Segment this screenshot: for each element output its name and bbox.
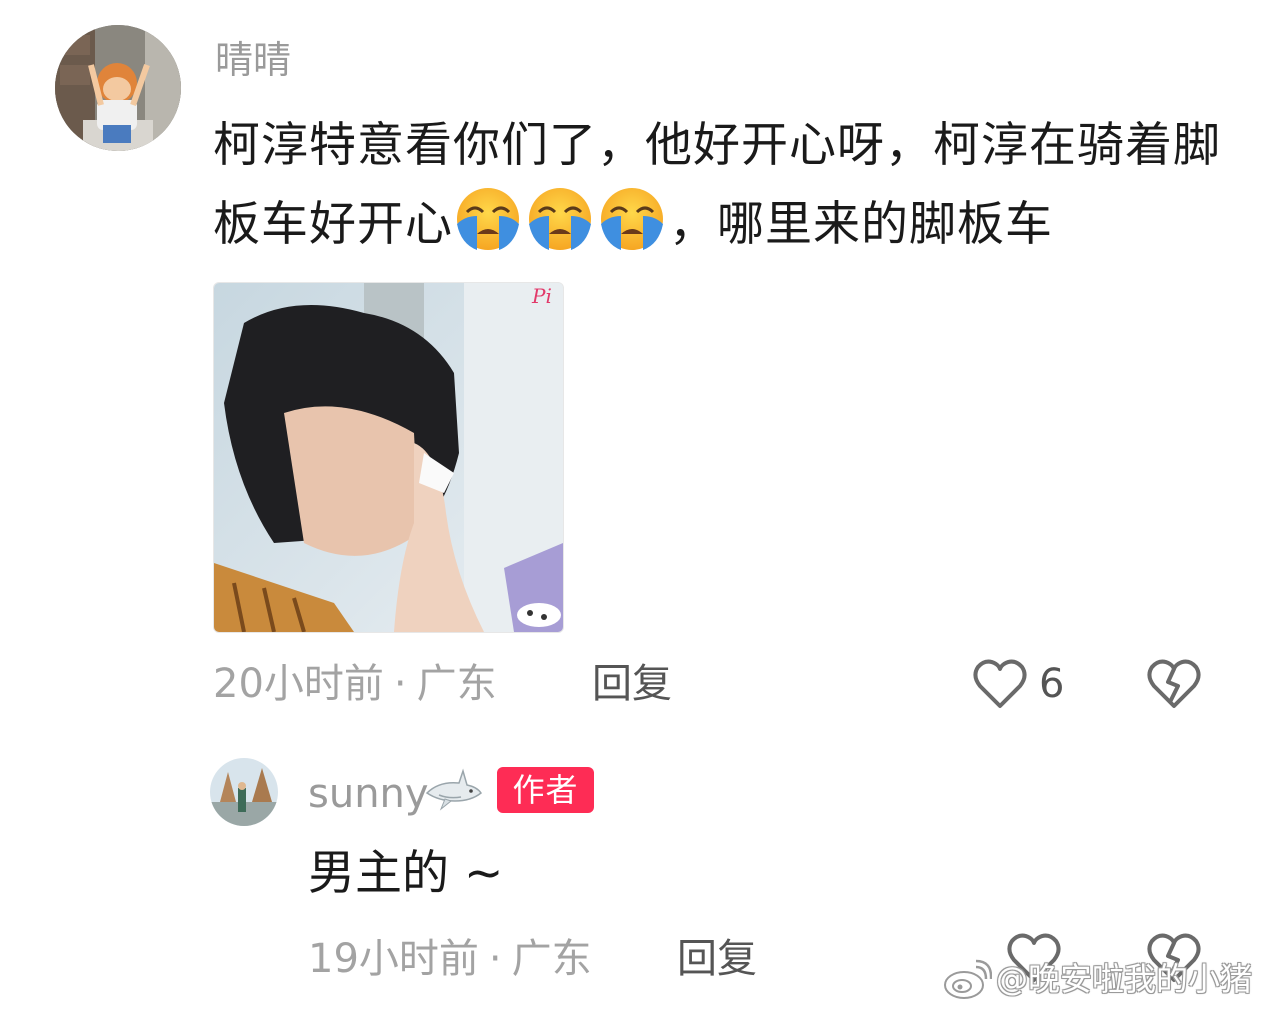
comment-like-count: 6 — [1039, 661, 1065, 707]
reply-username[interactable]: sunny — [308, 768, 429, 820]
loudly-crying-face-icon — [455, 186, 521, 252]
comment-text-part2: ，哪里来的脚板车 — [669, 197, 1053, 252]
reply-avatar[interactable] — [210, 758, 278, 826]
heart-icon[interactable] — [972, 656, 1028, 712]
commenter-avatar[interactable] — [55, 25, 181, 151]
meta-separator: · — [393, 661, 407, 707]
weibo-watermark: @晚安啦我的小猪 — [942, 955, 1252, 1003]
author-badge: 作者 — [497, 767, 594, 813]
comment-location: 广东 — [416, 661, 497, 707]
svg-text:Pi: Pi — [531, 284, 552, 308]
watermark-text: @晚安啦我的小猪 — [996, 960, 1253, 998]
reply-time: 19小时前 — [308, 936, 479, 982]
comment-time: 20小时前 — [213, 661, 384, 707]
loudly-crying-face-icon — [527, 186, 593, 252]
reply-text: 男主的 ~ — [308, 846, 504, 901]
comment-attached-image[interactable]: Pi — [213, 282, 564, 633]
comment-meta: 20小时前 · 广东 — [213, 658, 497, 710]
reply-location: 广东 — [511, 936, 592, 982]
shark-icon — [425, 767, 483, 813]
reply-meta: 19小时前 · 广东 — [308, 933, 592, 985]
comment-reply-button[interactable]: 回复 — [592, 658, 672, 710]
comment-text: 柯淳特意看你们了，他好开心呀，柯淳在骑着脚板车好开心 ，哪里来的脚板车 — [213, 106, 1253, 264]
commenter-username[interactable]: 晴晴 — [215, 34, 291, 86]
reply-reply-button[interactable]: 回复 — [677, 933, 757, 985]
loudly-crying-face-icon — [599, 186, 665, 252]
weibo-icon — [942, 957, 993, 1001]
broken-heart-icon[interactable] — [1146, 656, 1202, 712]
meta-separator: · — [488, 936, 502, 982]
